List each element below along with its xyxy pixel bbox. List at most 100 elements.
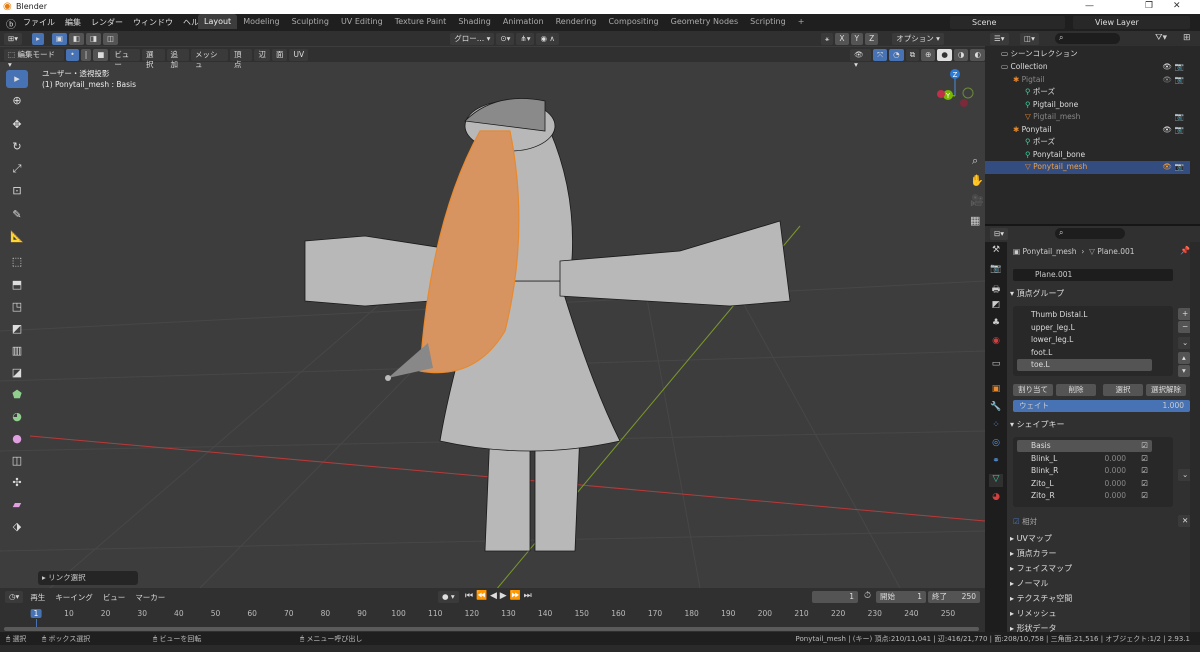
timeline-scrollbar[interactable] <box>4 627 979 631</box>
material-tab-icon[interactable]: ◕ <box>989 492 1003 505</box>
world-tab-icon[interactable]: ◉ <box>989 336 1003 349</box>
inset-tool-icon[interactable]: ◳ <box>6 298 28 316</box>
close-button[interactable]: ✕ <box>1173 1 1181 11</box>
visibility-dropdown[interactable]: 👁▾ <box>850 48 872 69</box>
workspace-tab[interactable]: UV Editing <box>335 14 389 29</box>
render-camera-icon[interactable]: 📷 <box>1175 124 1184 137</box>
collapsed-panel-header[interactable]: ▸ ノーマル <box>1010 577 1190 591</box>
select-button[interactable]: 選択 <box>1103 384 1143 396</box>
vertex-group-item[interactable]: toe.L <box>1017 359 1152 371</box>
maximize-button[interactable]: ❐ <box>1145 1 1153 11</box>
render-camera-icon[interactable]: 📷 <box>1175 74 1184 87</box>
move-tool-icon[interactable]: ✥ <box>6 116 28 134</box>
shape-key-mute-checkbox[interactable]: ☑ <box>1141 478 1148 490</box>
viewport-menu-item[interactable]: 追加 <box>166 48 189 69</box>
properties-scrollbar[interactable] <box>1190 242 1200 635</box>
render-tab-icon[interactable]: 📷 <box>989 264 1003 277</box>
shape-key-item[interactable]: Blink_L 0.000 ☑ <box>1017 453 1152 465</box>
select-mode-intersect-button[interactable]: ◫ <box>103 32 119 45</box>
deselect-button[interactable]: 選択解除 <box>1146 384 1186 396</box>
pin-icon[interactable]: 📌 <box>1180 246 1190 255</box>
render-camera-icon[interactable]: 📷 <box>1175 161 1184 174</box>
solid-shading[interactable]: ● <box>937 48 952 61</box>
workspace-tab[interactable]: Scripting <box>744 14 792 29</box>
workspace-tab[interactable]: Geometry Nodes <box>665 14 744 29</box>
viewport-menu-item[interactable]: メッシュ <box>191 48 228 69</box>
pivot-dropdown[interactable]: ⊙▾ <box>496 32 515 45</box>
viewport-menu-item[interactable]: 辺 <box>254 48 270 61</box>
shape-key-item[interactable]: Basis ☑ <box>1017 440 1152 452</box>
object-tab-icon[interactable]: ▣ <box>989 384 1003 397</box>
select-box-tool-button[interactable]: ▸ <box>32 32 44 45</box>
3d-viewport[interactable]: ⊞▾ ▸ ▣ ◧ ◨ ◫ グロー… ▾ ⊙▾ ⋔▾ ◉ ∧ ⚹ X Y Z オプ… <box>0 31 985 588</box>
view-layer-selector[interactable]: View Layer <box>1073 16 1190 29</box>
annotate-tool-icon[interactable]: ✎ <box>6 206 28 224</box>
select-mode-subtract-button[interactable]: ◨ <box>86 32 102 45</box>
knife-tool-icon[interactable]: ◪ <box>6 364 28 382</box>
frame-ruler[interactable]: 1 10 20 30 40 50 60 70 80 90 100 110 120 130 140 150 160… <box>0 588 985 632</box>
edge-slide-tool-icon[interactable]: ◫ <box>6 452 28 470</box>
outliner-row[interactable]: ▽ Pigtail_mesh 📷 <box>985 111 1190 124</box>
visibility-eye-icon[interactable]: 👁 <box>1162 161 1172 174</box>
workspace-tab[interactable]: Shading <box>452 14 497 29</box>
shape-key-mute-checkbox[interactable]: ☑ <box>1141 440 1148 452</box>
output-tab-icon[interactable]: 🖶 <box>989 282 1003 295</box>
weight-slider[interactable]: ウェイト 1.000 <box>1013 400 1190 412</box>
outliner-search-input[interactable]: ⌕ <box>1055 33 1120 44</box>
viewport-menu-item[interactable]: UV <box>289 48 309 61</box>
scene-selector[interactable]: Scene <box>950 16 1065 29</box>
workspace-tab[interactable]: Modeling <box>237 14 285 29</box>
viewport-menu-item[interactable]: 面 <box>271 48 288 61</box>
properties-search-input[interactable]: ⌕ <box>1055 228 1125 239</box>
vertex-group-item[interactable]: upper_leg.L <box>1017 322 1152 334</box>
select-mode-new-button[interactable]: ▣ <box>51 32 67 45</box>
render-camera-icon[interactable]: 📷 <box>1175 111 1184 124</box>
workspace-tab[interactable]: + <box>792 14 811 29</box>
shape-key-item[interactable]: Zito_R 0.000 ☑ <box>1017 490 1152 502</box>
shape-key-item[interactable]: Zito_L 0.000 ☑ <box>1017 478 1152 490</box>
workspace-tab[interactable]: Layout <box>198 14 238 29</box>
select-mode-extend-button[interactable]: ◧ <box>68 32 85 45</box>
xray-toggle[interactable]: ⧉ <box>905 48 920 61</box>
menu-item[interactable]: ウィンドウ <box>128 14 178 31</box>
outliner-row[interactable]: ⚲ ポーズ <box>985 136 1190 149</box>
loop-cut-tool-icon[interactable]: ▥ <box>6 342 28 360</box>
collapsed-panel-header[interactable]: ▸ フェイスマップ <box>1010 562 1190 576</box>
shape-key-mute-checkbox[interactable]: ☑ <box>1141 465 1148 477</box>
wireframe-shading[interactable]: ⊕ <box>921 48 936 61</box>
visibility-eye-icon[interactable]: 👁 <box>1162 61 1172 74</box>
mirror-z-toggle[interactable]: Z <box>865 32 879 45</box>
menu-item[interactable]: 編集 <box>60 14 86 31</box>
outliner-row[interactable]: ⚲ Ponytail_bone <box>985 149 1190 162</box>
shape-keys-panel-header[interactable]: ▾ シェイプキー <box>1010 418 1190 432</box>
select-tool-icon[interactable]: ▸ <box>6 70 28 88</box>
measure-tool-icon[interactable]: 📐 <box>6 228 28 246</box>
display-mode-dropdown[interactable]: ◫▾ <box>1020 33 1039 45</box>
scene-tab-icon[interactable]: ♣ <box>989 318 1003 331</box>
collection-tab-icon[interactable]: ▭ <box>989 359 1003 372</box>
smooth-tool-icon[interactable]: ● <box>6 430 28 448</box>
blender-menu-icon[interactable]: ⓑ <box>6 16 16 31</box>
viewport-menu-item[interactable]: ビュー <box>110 48 141 69</box>
vertex-group-item[interactable]: foot.L <box>1017 347 1152 359</box>
outliner-row[interactable]: ⚲ Pigtail_bone <box>985 99 1190 112</box>
shape-key-mute-checkbox[interactable]: ☑ <box>1141 453 1148 465</box>
outliner-row[interactable]: ▭ Collection 👁 📷 <box>985 61 1190 74</box>
rotate-tool-icon[interactable]: ↻ <box>6 138 28 156</box>
shape-key-item[interactable]: Blink_R 0.000 ☑ <box>1017 465 1152 477</box>
editor-type-button[interactable]: ⊞▾ <box>4 32 23 45</box>
shrink-fatten-tool-icon[interactable]: ✣ <box>6 474 28 492</box>
filter-icon[interactable]: ⛛▾ <box>1155 33 1167 43</box>
face-select-mode[interactable]: ■ <box>93 48 109 61</box>
last-operator-panel[interactable]: ▸ リンク選択 <box>38 571 138 585</box>
vertex-group-item[interactable]: lower_leg.L <box>1017 334 1152 346</box>
render-camera-icon[interactable]: 📷 <box>1175 61 1184 74</box>
outliner-row[interactable]: ✱ Pigtail 👁 📷 <box>985 74 1190 87</box>
workspace-tab[interactable]: Compositing <box>602 14 664 29</box>
remove-button[interactable]: 削除 <box>1056 384 1096 396</box>
options-dropdown[interactable]: オプション ▾ <box>892 32 944 45</box>
mode-dropdown[interactable]: ⬚ 編集モード ▾ <box>4 48 65 69</box>
collapsed-panel-header[interactable]: ▸ UVマップ <box>1010 532 1190 546</box>
outliner-row[interactable]: ✱ Ponytail 👁 📷 <box>985 124 1190 137</box>
vertex-groups-panel-header[interactable]: ▾ 頂点グループ <box>1010 287 1190 301</box>
